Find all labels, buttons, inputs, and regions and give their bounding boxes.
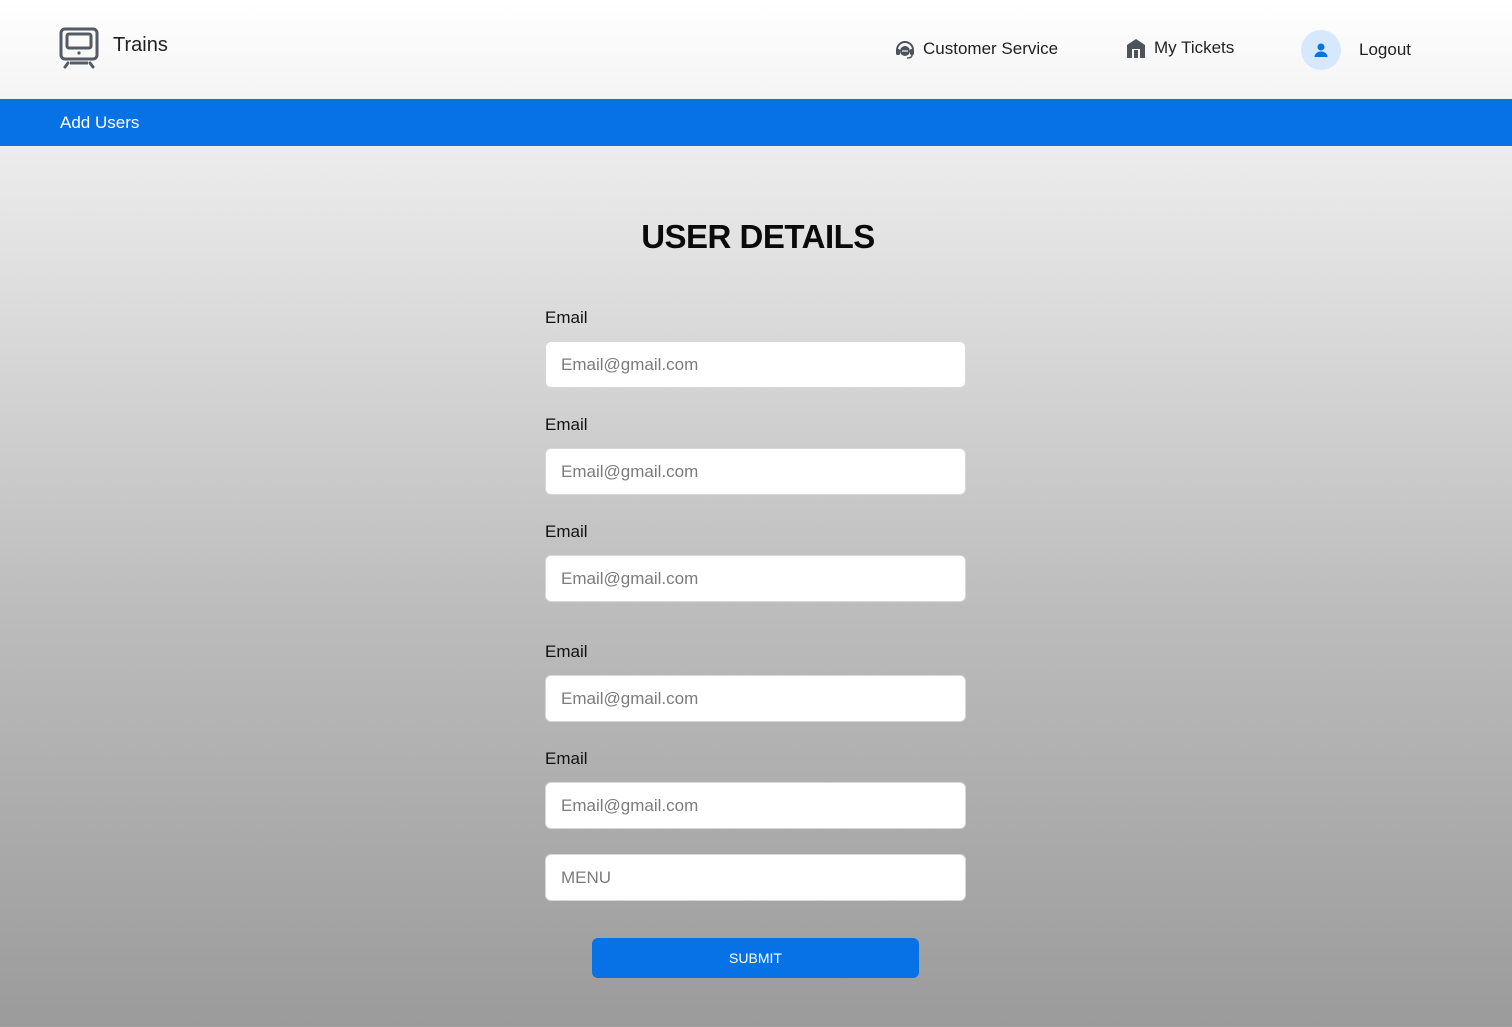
email-field-5[interactable] <box>545 782 966 829</box>
email-field-2[interactable] <box>545 448 966 495</box>
nav-my-tickets[interactable]: My Tickets <box>1125 37 1234 59</box>
email-label-2: Email <box>545 415 588 434</box>
nav-my-tickets-label: My Tickets <box>1154 38 1235 57</box>
email-field-3[interactable] <box>545 555 966 602</box>
email-label-4: Email <box>545 642 588 661</box>
submit-button[interactable]: SUBMIT <box>592 938 919 978</box>
train-icon <box>59 27 99 69</box>
logout-link[interactable]: Logout <box>1359 40 1411 60</box>
email-field-1[interactable] <box>545 341 966 388</box>
top-header: Trains Customer Service My Tickets Logou… <box>0 0 1512 99</box>
email-label-3: Email <box>545 522 588 541</box>
nav-customer-service[interactable]: Customer Service <box>894 38 1058 60</box>
email-field-4[interactable] <box>545 675 966 722</box>
user-icon <box>1314 43 1328 57</box>
subbar-title: Add Users <box>60 113 140 132</box>
avatar[interactable] <box>1301 30 1341 70</box>
brand-name: Trains <box>113 33 168 56</box>
headset-icon <box>896 41 914 59</box>
page-title: USER DETAILS <box>641 218 875 255</box>
menu-select[interactable] <box>545 854 966 901</box>
brand[interactable]: Trains <box>59 27 168 69</box>
sub-header-bar: Add Users <box>0 99 1512 146</box>
email-label-5: Email <box>545 749 588 768</box>
nav-customer-service-label: Customer Service <box>923 39 1059 58</box>
email-label-1: Email <box>545 308 588 327</box>
station-icon <box>1127 39 1145 58</box>
